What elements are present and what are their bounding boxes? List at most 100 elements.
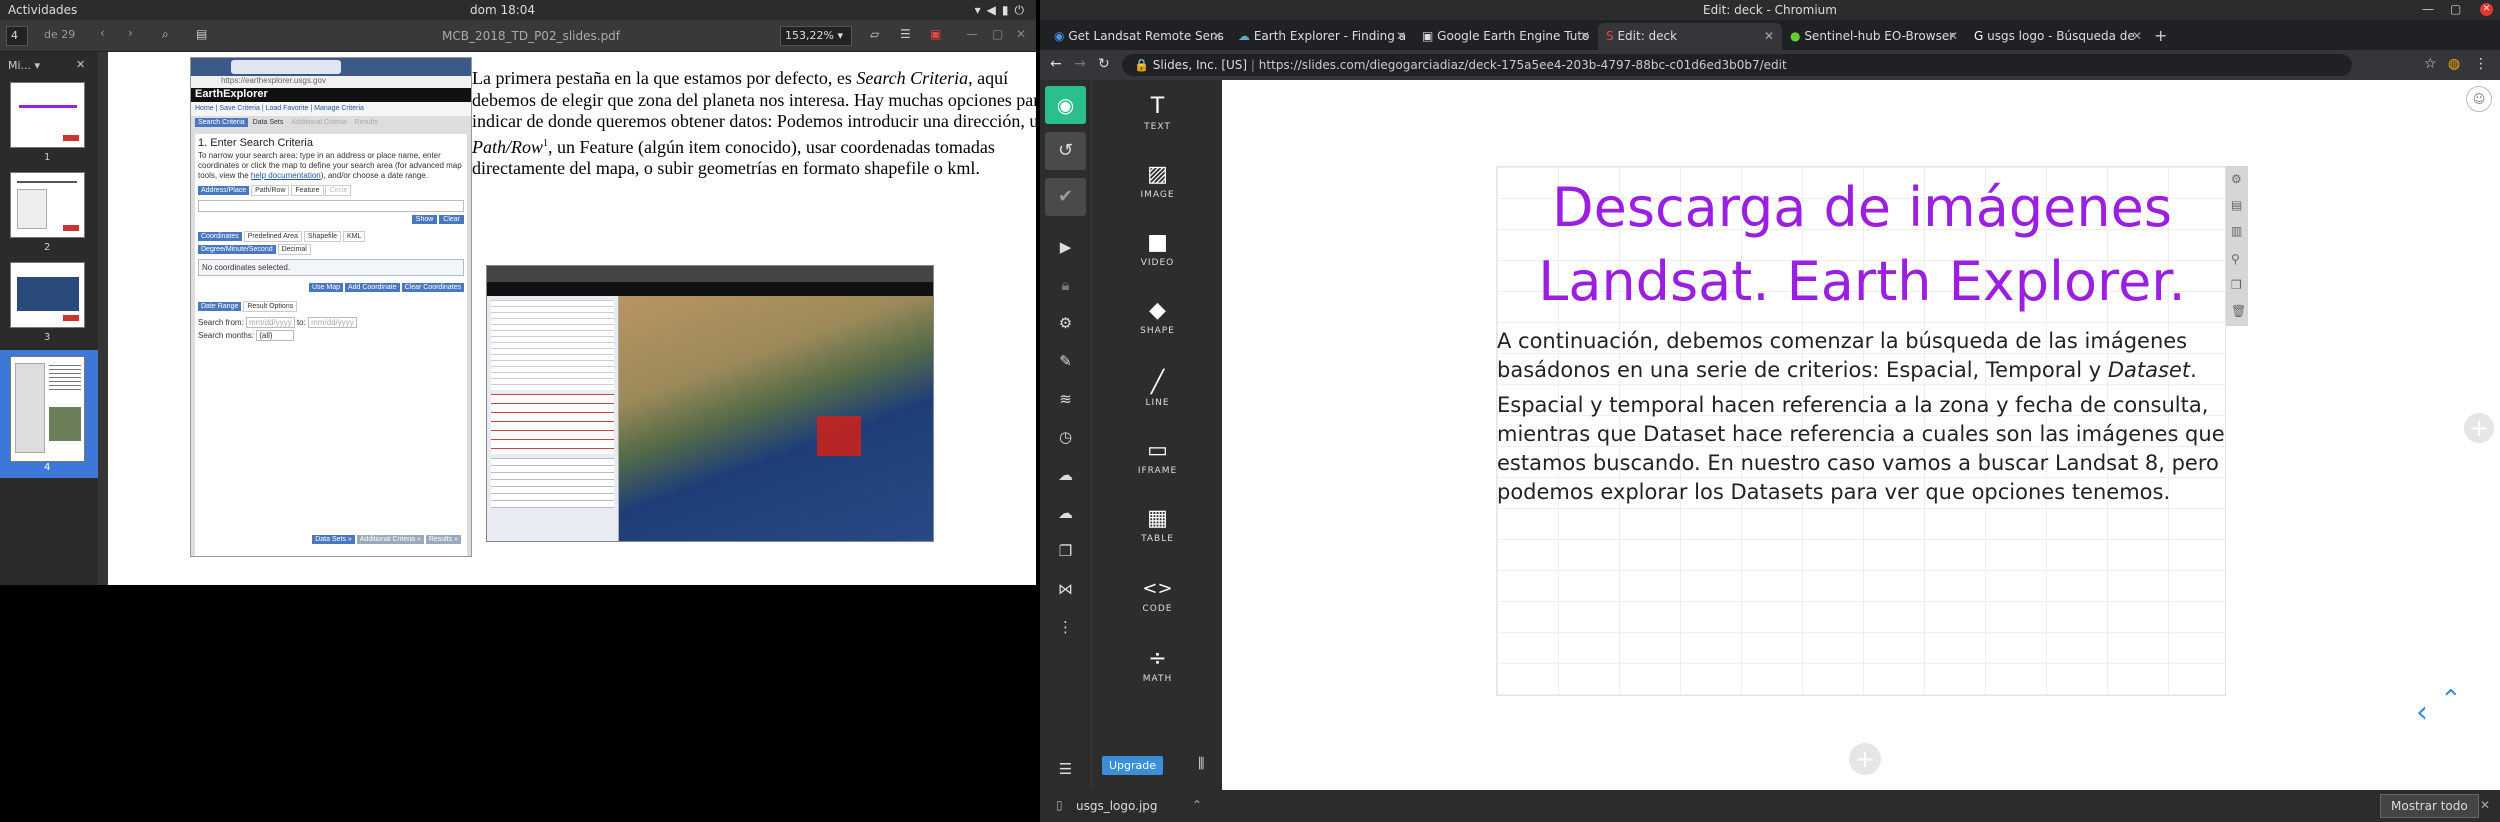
slide-duplicate-icon[interactable]: ❐ [2231,278,2242,292]
sidebar-close-icon[interactable]: ✕ [76,58,85,71]
browser-tab[interactable]: ▣ Google Earth Engine Tuto ✕ [1414,23,1598,50]
settings-gear-icon[interactable]: ⚙ [1040,314,1091,332]
layers-icon[interactable]: ≋ [1040,390,1091,408]
upgrade-button[interactable]: Upgrade [1102,756,1164,775]
block-text[interactable]: T TEXT [1092,94,1223,132]
zoom-select[interactable]: 153,22% ▾ [780,26,852,46]
download-file-name[interactable]: usgs_logo.jpg [1076,799,1158,813]
minimize-icon[interactable]: — [2422,2,2434,16]
block-code[interactable]: <> CODE [1092,576,1223,614]
save-check-icon[interactable]: ✔ [1045,178,1086,216]
new-tab-icon[interactable]: + [2154,26,2167,45]
chrome-menu-icon[interactable]: ⋮ [2474,56,2488,72]
browser-tab-active[interactable]: S Edit: deck ✕ [1598,23,1782,50]
close-window-icon[interactable]: ✕ [2480,3,2493,16]
page-number-input[interactable]: 4 [6,26,28,46]
earthexplorer-screenshot: https://earthexplorer.usgs.gov EarthExpl… [190,57,472,557]
tab-close-icon[interactable]: ✕ [1212,29,1222,43]
sidebar-mode-select[interactable]: Mi... ▾ [8,59,40,72]
page-thumbnail-selected[interactable] [10,356,85,462]
slide-notes-icon[interactable]: ▤ [2231,198,2242,212]
ee-no-coords: No coordinates selected. [198,259,464,276]
tab-close-icon[interactable]: ✕ [1948,29,1958,43]
share-icon[interactable]: ⋈ [1040,580,1091,598]
slide-paragraph-2[interactable]: Espacial y temporal hacen referencia a l… [1497,391,2227,507]
tab-close-icon[interactable]: ✕ [2132,29,2142,43]
download-chevron-up-icon[interactable]: ⌃ [1192,798,1202,812]
block-image[interactable]: ▨ IMAGE [1092,162,1223,200]
block-line[interactable]: ╱ LINE [1092,370,1223,408]
math-icon: ÷ [1148,646,1167,671]
tab-strip: ◉ Get Landsat Remote Sens ✕ ☁ Earth Explo… [1040,20,2500,50]
annotation-icon[interactable]: ▣ [930,27,941,41]
extension-icon[interactable]: ◍ [2448,56,2460,72]
slide-paragraph-1[interactable]: A continuación, debemos comenzar la búsq… [1497,327,2227,385]
block-video[interactable]: ■ VIDEO [1092,230,1223,268]
sidebar-toggle-icon[interactable]: ▤ [196,27,207,41]
prev-page-icon[interactable]: ‹ [100,26,105,40]
tab-close-icon[interactable]: ✕ [1396,29,1406,43]
preview-eye-icon[interactable]: ◉ [1045,86,1086,124]
brush-icon[interactable]: ✎ [1040,352,1091,370]
system-clock[interactable]: dom 18:04 [470,3,535,17]
minimize-icon[interactable]: — [966,27,978,41]
search-icon[interactable]: ⌕ [162,27,169,42]
map-screenshot [486,265,934,542]
undo-icon[interactable]: ↺ [1045,132,1086,170]
add-slide-below-icon[interactable]: + [1849,743,1881,775]
browser-tab[interactable]: ☁ Earth Explorer - Finding a ✕ [1230,23,1414,50]
slide-settings-icon[interactable]: ⚙ [2231,172,2242,186]
block-table[interactable]: ▦ TABLE [1092,506,1223,544]
line-icon: ╱ [1150,370,1165,395]
tab-label: Sentinel-hub EO-Browser [1804,29,1955,43]
activities-button[interactable]: Actividades [8,3,77,17]
url-text: https://slides.com/diegogarciadiaz/deck-… [1258,58,1787,72]
show-all-downloads-button[interactable]: Mostrar todo [2380,794,2479,818]
maximize-icon[interactable]: ▢ [992,27,1003,41]
nav-up-icon[interactable]: ⌃ [2440,685,2462,715]
collaborators-icon[interactable]: ☺ [2466,86,2492,112]
outline-menu-icon[interactable]: ☰ [1040,760,1091,778]
tab-close-icon[interactable]: ✕ [1764,29,1774,43]
image-icon: ▨ [1147,162,1168,187]
page-thumbnail[interactable] [10,262,85,328]
block-math[interactable]: ÷ MATH [1092,646,1223,684]
browser-tab[interactable]: ● Sentinel-hub EO-Browser ✕ [1782,23,1966,50]
block-shape[interactable]: ◆ SHAPE [1092,298,1223,336]
address-bar[interactable]: 🔒 Slides, Inc. [US] | https://slides.com… [1122,54,2352,76]
history-clock-icon[interactable]: ◷ [1040,428,1091,446]
slide[interactable]: Descarga de imágenes Landsat. Earth Expl… [1496,166,2226,696]
slide-delete-icon[interactable]: 🗑︎ [2231,304,2246,318]
tab-close-icon[interactable]: ✕ [1580,29,1590,43]
system-tray[interactable]: ▾◀▮⏻ [975,3,1030,18]
slide-pin-icon[interactable]: ⚲ [2231,252,2240,266]
maximize-icon[interactable]: ▢ [2450,2,2461,16]
lock-icon[interactable]: 🔒︎ [1040,276,1091,294]
text-icon: T [1150,94,1165,119]
system-top-bar: Actividades dom 18:04 ▾◀▮⏻ [0,0,1036,20]
present-icon[interactable]: ▶ [1040,238,1091,256]
settings-sliders-icon[interactable]: ⫼ [1198,756,1204,772]
annotate-icon[interactable]: ▱ [870,27,879,41]
browser-tab[interactable]: ◉ Get Landsat Remote Sens ✕ [1046,23,1230,50]
more-vertical-icon[interactable]: ⋮ [1040,618,1091,636]
nav-left-icon[interactable]: ‹ [2416,695,2428,730]
slide-title[interactable]: Descarga de imágenes Landsat. Earth Expl… [1497,171,2227,319]
cloud-download-icon[interactable]: ☁ [1040,466,1091,484]
forward-icon[interactable]: → [1074,56,1086,72]
add-slide-right-icon[interactable]: + [2464,413,2494,443]
block-iframe[interactable]: ▭ IFRAME [1092,438,1223,476]
browser-tab[interactable]: G usgs logo - Búsqueda de ✕ [1966,23,2150,50]
page-thumbnail[interactable] [10,172,85,238]
back-icon[interactable]: ← [1050,56,1062,72]
close-download-bar-icon[interactable]: ✕ [2480,798,2490,812]
cloud-upload-icon[interactable]: ☁ [1040,504,1091,522]
copy-icon[interactable]: ❐ [1040,542,1091,560]
menu-icon[interactable]: ☰ [900,27,911,41]
next-page-icon[interactable]: › [128,26,133,40]
close-icon[interactable]: ✕ [1016,27,1026,41]
slide-book-icon[interactable]: ▥ [2231,224,2242,238]
page-thumbnail[interactable] [10,82,85,148]
bookmark-star-icon[interactable]: ☆ [2424,56,2437,72]
reload-icon[interactable]: ↻ [1098,56,1110,72]
